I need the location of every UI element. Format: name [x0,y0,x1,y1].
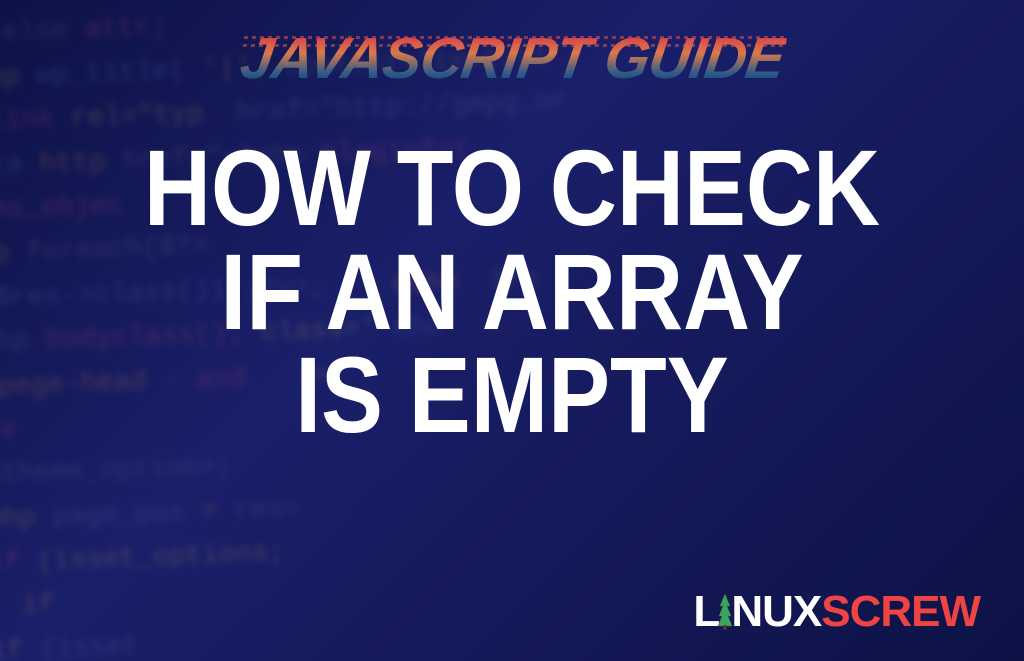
title-line-2: IF AN ARRAY [144,240,880,344]
main-title: HOW TO CHECK IF AN ARRAY IS EMPTY [144,136,880,447]
guide-category-label: JAVASCRIPT GUIDE [241,30,784,88]
title-line-1: HOW TO CHECK [144,136,880,240]
title-line-3: IS EMPTY [144,343,880,447]
banner-content: JAVASCRIPT GUIDE HOW TO CHECK IF AN ARRA… [0,0,1024,661]
guide-label-text: JAVASCRIPT GUIDE [237,30,788,88]
